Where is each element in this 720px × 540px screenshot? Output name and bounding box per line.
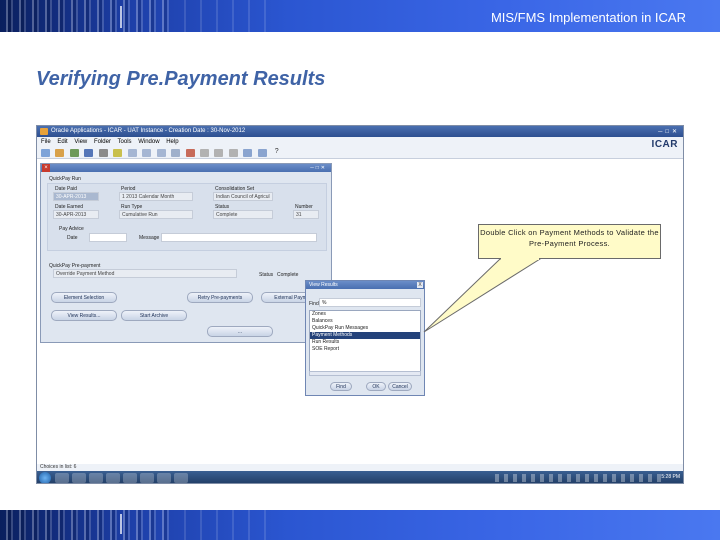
menu-tools[interactable]: Tools (118, 139, 132, 145)
override-payment-method-field[interactable]: Override Payment Method (53, 269, 237, 278)
menu-help[interactable]: Help (166, 139, 178, 145)
paste-icon[interactable] (156, 149, 166, 157)
system-tray (495, 474, 665, 482)
taskbar-mail-icon[interactable] (106, 473, 120, 483)
period-field[interactable]: 1 2013 Calendar Month (119, 192, 193, 201)
dialog-title: View Results (306, 281, 424, 289)
menu-bar: File Edit View Folder Tools Window Help (37, 137, 683, 147)
list-item-balances[interactable]: Balances (310, 318, 420, 325)
close-form-icon[interactable] (113, 149, 123, 157)
nav-icon[interactable] (69, 149, 79, 157)
find-button[interactable]: Find (330, 382, 352, 391)
menu-edit[interactable]: Edit (57, 139, 67, 145)
date-paid-field[interactable]: 30-APR-2013 (53, 192, 99, 201)
list-item-quickpay-run-messages[interactable]: QuickPay Run Messages (310, 325, 420, 332)
footer-banner (0, 510, 720, 540)
toolbar: ? (37, 147, 683, 159)
translate-icon[interactable] (228, 149, 238, 157)
list-item-run-results[interactable]: Run Results (310, 339, 420, 346)
zoom-icon[interactable] (214, 149, 224, 157)
help-icon[interactable]: ? (272, 148, 281, 158)
delete-icon[interactable] (185, 149, 195, 157)
instruction-callout: Double Click on Payment Methods to Valid… (478, 224, 661, 259)
find-label: Find (309, 301, 319, 307)
attach-icon[interactable] (243, 149, 253, 157)
number-field[interactable]: 31 (293, 210, 319, 219)
edit-icon[interactable] (199, 149, 209, 157)
results-list: Zones Balances QuickPay Run Messages Pay… (309, 310, 421, 372)
message-label: Message (139, 235, 160, 241)
slide-title: Verifying Pre.Payment Results (36, 68, 326, 90)
print-icon[interactable] (98, 149, 108, 157)
window-title: Oracle Applications - ICAR - UAT Instanc… (51, 128, 246, 134)
prepay-status-value: Complete (277, 272, 299, 278)
oracle-screenshot: Oracle Applications - ICAR - UAT Instanc… (36, 125, 684, 484)
start-button[interactable] (39, 472, 51, 483)
start-archive-button[interactable]: Start Archive (121, 310, 187, 321)
taskbar-app-icon[interactable] (174, 473, 188, 483)
footer-divider (120, 514, 122, 534)
horizontal-scrollbar[interactable] (309, 371, 421, 376)
save-icon[interactable] (84, 149, 94, 157)
banner-divider (120, 6, 122, 28)
pay-advice-label: Pay Advice (59, 226, 84, 232)
view-results-dialog: View Results X Find % Zones Balances Qui… (305, 280, 425, 396)
view-results-button[interactable]: View Results... (51, 310, 117, 321)
find-input[interactable]: % (319, 298, 421, 307)
consolidation-set-field[interactable]: Indian Council of Agricul (213, 192, 273, 201)
message-field[interactable] (161, 233, 317, 242)
taskbar-excel-icon[interactable] (140, 473, 154, 483)
dialog-close-icon[interactable]: X (417, 282, 423, 288)
list-item-payment-methods[interactable]: Payment Methods (310, 332, 420, 339)
run-type-field[interactable]: Cumulative Run (119, 210, 193, 219)
advice-date-label: Date (67, 235, 78, 241)
taskbar-media-icon[interactable] (89, 473, 103, 483)
list-item-zones[interactable]: Zones (310, 311, 420, 318)
form-titlebar (41, 164, 331, 172)
banner-pattern-secondary (170, 0, 280, 32)
copy-icon[interactable] (142, 149, 152, 157)
find-icon[interactable] (55, 149, 65, 157)
status-bar: Choices in list: 6 (37, 464, 683, 471)
menu-folder[interactable]: Folder (94, 139, 111, 145)
menu-window[interactable]: Window (138, 139, 159, 145)
work-area: × ─□✕ QuickPay Run Date Paid 30-APR-2013… (37, 159, 683, 464)
folder-icon[interactable] (257, 149, 267, 157)
date-earned-field[interactable]: 30-APR-2013 (53, 210, 99, 219)
taskbar-browser-icon[interactable] (72, 473, 86, 483)
header-text: MIS/FMS Implementation in ICAR (490, 10, 686, 25)
taskbar-explorer-icon[interactable] (55, 473, 69, 483)
windows-taskbar: 5:28 PM (37, 471, 683, 483)
section-quickpay-run: QuickPay Run (49, 176, 81, 182)
cut-icon[interactable] (127, 149, 137, 157)
banner-pattern (0, 0, 170, 32)
footer-pattern-secondary (170, 510, 280, 540)
quickpay-form: × ─□✕ QuickPay Run Date Paid 30-APR-2013… (40, 163, 332, 343)
header-banner: MIS/FMS Implementation in ICAR (0, 0, 720, 32)
taskbar-word-icon[interactable] (123, 473, 137, 483)
oracle-app-icon (40, 128, 48, 135)
menu-view[interactable]: View (74, 139, 87, 145)
footer-pattern (0, 510, 170, 540)
taskbar-powerpoint-icon[interactable] (157, 473, 171, 483)
list-item-soe-report[interactable]: SOE Report (310, 346, 420, 353)
hidden-button[interactable]: ... (207, 326, 273, 337)
clear-icon[interactable] (171, 149, 181, 157)
status-field[interactable]: Complete (213, 210, 273, 219)
element-selection-button[interactable]: Element Selection (51, 292, 117, 303)
ok-button[interactable]: OK (366, 382, 386, 391)
form-window-controls[interactable]: ─□✕ (310, 164, 327, 172)
new-icon[interactable] (41, 149, 50, 157)
taskbar-clock: 5:28 PM (661, 474, 680, 480)
cancel-button[interactable]: Cancel (388, 382, 412, 391)
advice-date-field[interactable] (89, 233, 127, 242)
menu-file[interactable]: File (41, 139, 51, 145)
prepay-status-label: Status (259, 272, 274, 278)
form-close-icon[interactable]: × (42, 164, 50, 172)
retry-prepayments-button[interactable]: Retry Pre-payments (187, 292, 253, 303)
window-titlebar: Oracle Applications - ICAR - UAT Instanc… (37, 126, 683, 137)
